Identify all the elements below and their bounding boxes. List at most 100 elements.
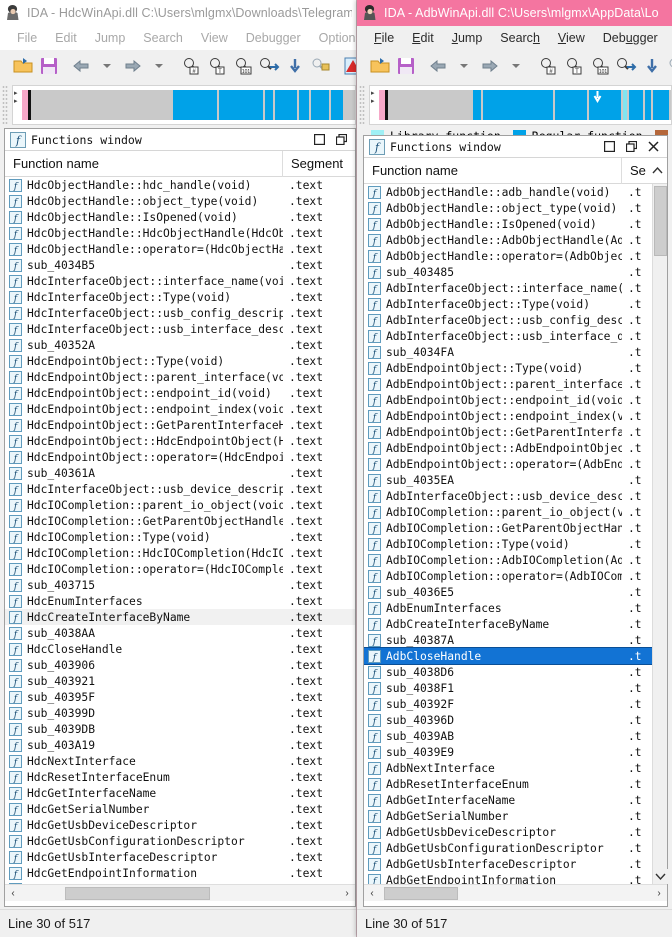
close-icon[interactable]	[647, 141, 659, 153]
restore-icon[interactable]	[335, 134, 347, 146]
table-row[interactable]: fHdcEndpointObject::HdcEndpointObject(H⋯…	[5, 433, 355, 449]
table-row[interactable]: fAdbInterfaceObject::Type(void).t	[364, 296, 652, 312]
navigator-band-right[interactable]: ▸▸	[369, 85, 672, 125]
menu-search[interactable]: Search	[491, 29, 549, 47]
column-header-segment[interactable]: Segment	[283, 156, 355, 171]
functions-list-left[interactable]: fHdcObjectHandle::hdc_handle(void).textf…	[5, 177, 355, 884]
ida-window-adbwinapi[interactable]: IDA - AdbWinApi.dll C:\Users\mlgmx\AppDa…	[357, 0, 672, 937]
maximize-icon[interactable]	[603, 141, 615, 153]
save-icon[interactable]	[393, 53, 419, 79]
menu-file[interactable]: File	[8, 29, 46, 47]
search-lock-icon[interactable]	[665, 53, 672, 79]
table-row[interactable]: fHdcEndpointObject::endpoint_id(void).te…	[5, 385, 355, 401]
navigate-back-icon[interactable]	[425, 53, 451, 79]
menu-search[interactable]: Search	[134, 29, 192, 47]
forward-dropdown-icon[interactable]	[146, 53, 172, 79]
menu-options[interactable]: Op	[667, 29, 672, 47]
table-row[interactable]: fAdbGetUsbConfigurationDescriptor.t	[364, 840, 652, 856]
table-row[interactable]: fAdbInterfaceObject::interface_name(void…	[364, 280, 652, 296]
table-row[interactable]: fsub_4039AB.t	[364, 728, 652, 744]
table-row[interactable]: fsub_40352A.text	[5, 337, 355, 353]
table-row[interactable]: fsub_4036E5.t	[364, 584, 652, 600]
functions-list-right[interactable]: fAdbObjectHandle::adb_handle(void).tfAdb…	[364, 184, 652, 884]
table-row[interactable]: fHdcObjectHandle::hdc_handle(void).text	[5, 177, 355, 193]
menu-jump[interactable]: Jump	[443, 29, 492, 47]
scroll-up-icon[interactable]	[652, 163, 667, 178]
horizontal-scrollbar-right[interactable]: ‹ ›	[364, 884, 667, 901]
scroll-down-icon[interactable]	[653, 869, 668, 884]
scroll-right-icon[interactable]: ›	[651, 885, 667, 902]
table-row[interactable]: fsub_403906.text	[5, 657, 355, 673]
table-row[interactable]: fsub_4039E9.t	[364, 744, 652, 760]
search-lock-icon[interactable]	[308, 53, 334, 79]
table-row[interactable]: fAdbGetUsbDeviceDescriptor.t	[364, 824, 652, 840]
table-row[interactable]: fsub_403A19.text	[5, 737, 355, 753]
table-row[interactable]: fsub_4038F1.t	[364, 680, 652, 696]
table-row[interactable]: fAdbIOCompletion::Type(void).t	[364, 536, 652, 552]
menu-debugger[interactable]: Debugger	[237, 29, 310, 47]
table-row[interactable]: fsub_40399D.text	[5, 705, 355, 721]
table-row[interactable]: fsub_4035EA.t	[364, 472, 652, 488]
table-row[interactable]: fHdcNextInterface.text	[5, 753, 355, 769]
table-row[interactable]: fAdbIOCompletion::parent_io_object(void)…	[364, 504, 652, 520]
jump-down-icon[interactable]	[282, 53, 308, 79]
table-row[interactable]: fAdbIOCompletion::operator=(AdbIOComple⋯…	[364, 568, 652, 584]
table-row[interactable]: fAdbIOCompletion::AdbIOCompletion(AdbIO⋯…	[364, 552, 652, 568]
warning-icon[interactable]	[340, 53, 356, 79]
navigate-forward-icon[interactable]	[120, 53, 146, 79]
table-row[interactable]: fHdcCloseHandle.text	[5, 641, 355, 657]
table-row[interactable]: fHdcEnumInterfaces.text	[5, 593, 355, 609]
table-row[interactable]: fAdbResetInterfaceEnum.t	[364, 776, 652, 792]
table-row[interactable]: fAdbNextInterface.t	[364, 760, 652, 776]
table-row[interactable]: fHdcIOCompletion::Type(void).text	[5, 529, 355, 545]
table-row[interactable]: fAdbInterfaceObject::usb_device_descrip⋯…	[364, 488, 652, 504]
open-file-icon[interactable]	[367, 53, 393, 79]
ida-window-hdcwinapi[interactable]: IDA - HdcWinApi.dll C:\Users\mlgmx\Downl…	[0, 0, 357, 937]
search-next-icon[interactable]	[256, 53, 282, 79]
column-header-segment[interactable]: Se	[622, 163, 652, 178]
search-next-icon[interactable]	[613, 53, 639, 79]
table-row[interactable]: fsub_40395F.text	[5, 689, 355, 705]
table-row[interactable]: fsub_4039DB.text	[5, 721, 355, 737]
menu-debugger[interactable]: Debugger	[594, 29, 667, 47]
table-row[interactable]: fAdbGetSerialNumber.t	[364, 808, 652, 824]
maximize-icon[interactable]	[313, 134, 325, 146]
table-row[interactable]: fHdcEndpointObject::parent_interface(vo⋯…	[5, 369, 355, 385]
hscroll-thumb[interactable]	[65, 887, 210, 900]
table-row[interactable]: fAdbObjectHandle::IsOpened(void).t	[364, 216, 652, 232]
toolbar-right[interactable]: # T 101	[357, 50, 672, 82]
menu-options[interactable]: Options	[310, 29, 357, 47]
menu-edit[interactable]: Edit	[403, 29, 443, 47]
table-row[interactable]: fsub_40361A.text	[5, 465, 355, 481]
menu-view[interactable]: View	[549, 29, 594, 47]
back-dropdown-icon[interactable]	[94, 53, 120, 79]
table-row[interactable]: fsub_403921.text	[5, 673, 355, 689]
table-row[interactable]: fAdbInterfaceObject::usb_config_descrip⋯…	[364, 312, 652, 328]
table-row[interactable]: fsub_403485.t	[364, 264, 652, 280]
table-row[interactable]: fHdcEndpointObject::GetParentInterfaceH⋯…	[5, 417, 355, 433]
table-row[interactable]: fHdcObjectHandle::HdcObjectHandle(HdcOb⋯…	[5, 225, 355, 241]
table-row[interactable]: fAdbGetEndpointInformation.t	[364, 872, 652, 884]
functions-window-right[interactable]: f Functions window Function name	[363, 135, 668, 907]
table-row[interactable]: fAdbEndpointObject::Type(void).t	[364, 360, 652, 376]
titlebar-left[interactable]: IDA - HdcWinApi.dll C:\Users\mlgmx\Downl…	[0, 0, 356, 26]
table-row[interactable]: fHdcInterfaceObject::usb_interface_desc⋯…	[5, 321, 355, 337]
hscroll-track[interactable]	[21, 887, 339, 900]
hscroll-thumb[interactable]	[384, 887, 458, 900]
functions-window-left[interactable]: f Functions window Function name Segment	[4, 128, 356, 907]
navigate-forward-icon[interactable]	[477, 53, 503, 79]
navigator-grip[interactable]	[359, 85, 365, 125]
table-row[interactable]: fHdcResetInterfaceEnum.text	[5, 769, 355, 785]
table-row[interactable]: fAdbCloseHandle.t	[364, 648, 652, 664]
table-row[interactable]: fHdcInterfaceObject::Type(void).text	[5, 289, 355, 305]
vscroll-thumb[interactable]	[654, 186, 667, 256]
table-row[interactable]: fHdcGetUsbInterfaceDescriptor.text	[5, 849, 355, 865]
vertical-scrollbar-right[interactable]	[652, 184, 667, 884]
table-row[interactable]: fHdcObjectHandle::IsOpened(void).text	[5, 209, 355, 225]
table-row[interactable]: fsub_40392F.t	[364, 696, 652, 712]
functions-window-titlebar-right[interactable]: f Functions window	[364, 136, 667, 158]
table-row[interactable]: fHdcGetEndpointInformation.text	[5, 865, 355, 881]
table-row[interactable]: fHdcGetSerialNumber.text	[5, 801, 355, 817]
search-hex-icon[interactable]: #	[535, 53, 561, 79]
back-dropdown-icon[interactable]	[451, 53, 477, 79]
